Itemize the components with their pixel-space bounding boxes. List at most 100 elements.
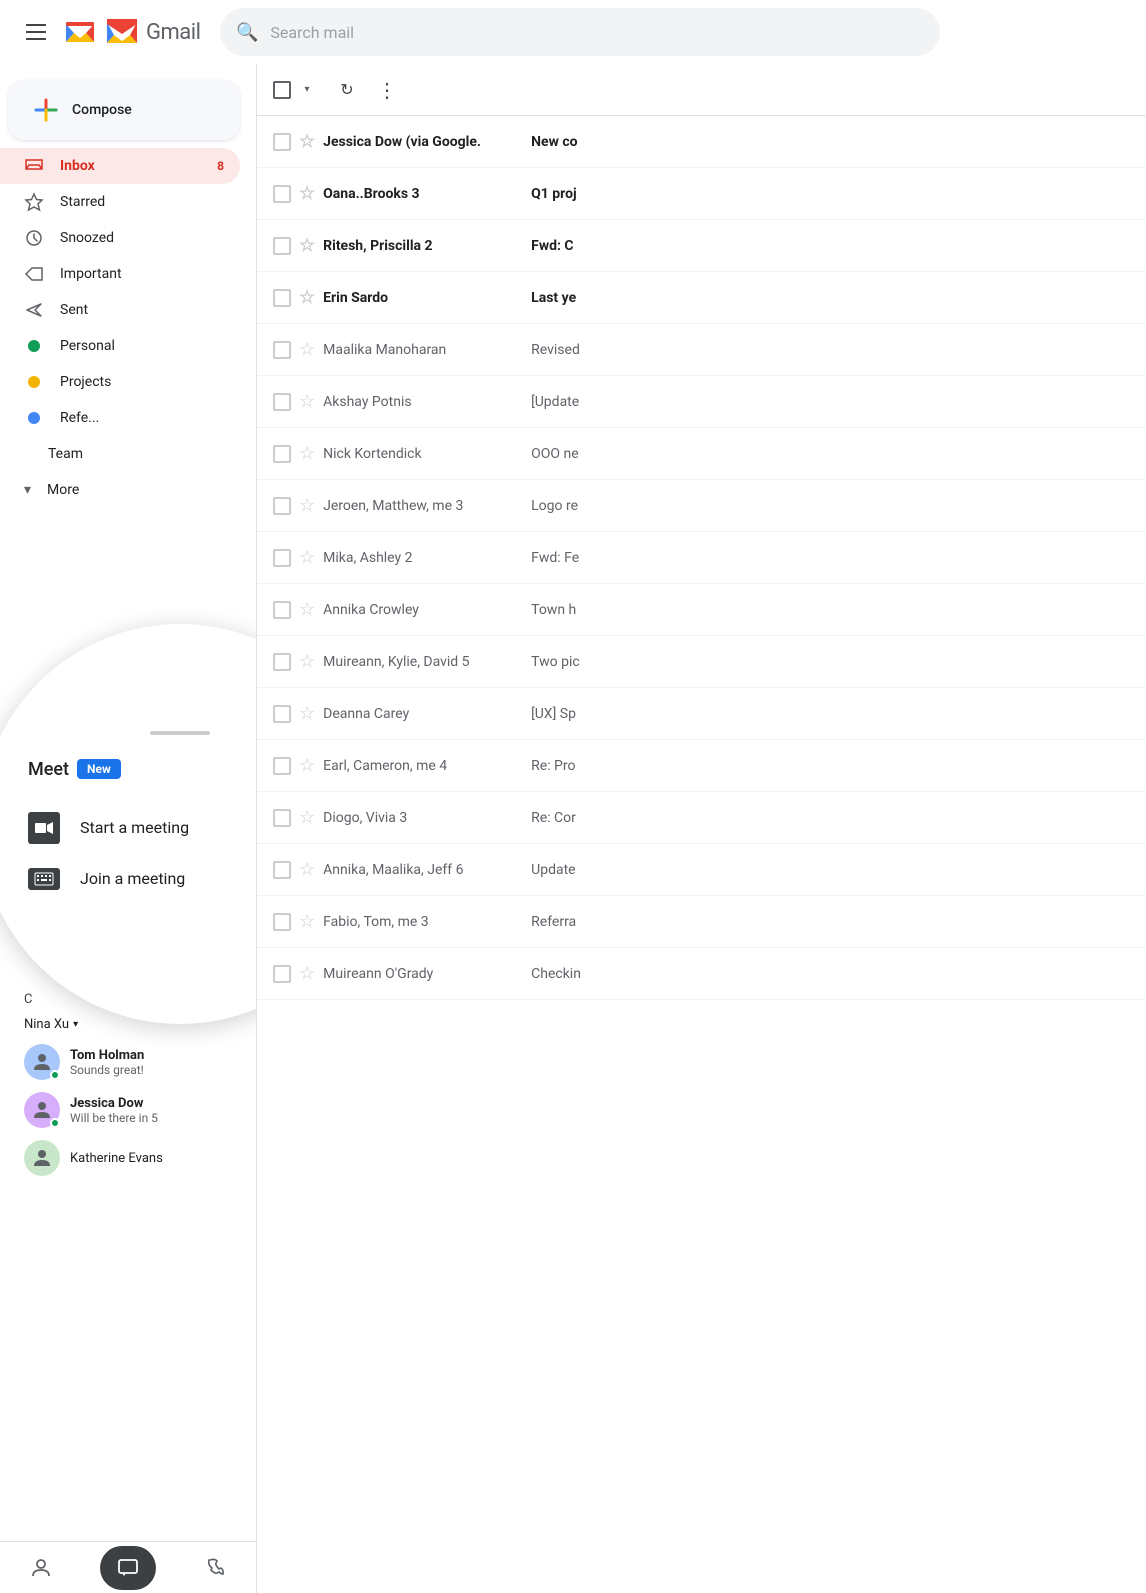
more-button[interactable]: ▾ More xyxy=(0,472,256,508)
jessica-online-status xyxy=(50,1118,60,1128)
chat-user-jessica[interactable]: Jessica Dow Will be there in 5 xyxy=(8,1086,248,1134)
compose-button[interactable]: Compose xyxy=(8,80,240,140)
star-button[interactable]: ☆ xyxy=(299,131,315,152)
email-row[interactable]: ☆ Erin Sardo Last ye xyxy=(257,272,1146,324)
email-snippet: Fwd: C xyxy=(531,238,1130,254)
meet-new-badge: New xyxy=(77,759,121,779)
sidebar-item-inbox[interactable]: Inbox 8 xyxy=(0,148,240,184)
star-button[interactable]: ☆ xyxy=(299,547,315,568)
refresh-button[interactable]: ↻ xyxy=(331,74,363,106)
email-row[interactable]: ☆ Diogo, Vivia 3 Re: Cor xyxy=(257,792,1146,844)
email-sender: Muireann, Kylie, David 5 xyxy=(323,654,523,670)
star-button[interactable]: ☆ xyxy=(299,755,315,776)
select-dropdown-button[interactable]: ▾ xyxy=(299,82,315,98)
chat-user-tom[interactable]: Tom Holman Sounds great! xyxy=(8,1038,248,1086)
email-sender: Fabio, Tom, me 3 xyxy=(323,914,523,930)
sidebar-item-sent[interactable]: Sent xyxy=(0,292,240,328)
email-checkbox[interactable] xyxy=(273,601,291,619)
email-row[interactable]: ☆ Oana..Brooks 3 Q1 proj xyxy=(257,168,1146,220)
email-checkbox[interactable] xyxy=(273,445,291,463)
email-checkbox[interactable] xyxy=(273,913,291,931)
star-button[interactable]: ☆ xyxy=(299,183,315,204)
select-all-checkbox[interactable] xyxy=(273,81,291,99)
star-button[interactable]: ☆ xyxy=(299,443,315,464)
meet-overlay-panel: Meet New Start a meeting xyxy=(0,624,256,1024)
email-list: ▾ ↻ ⋮ ☆ Jessica Dow (via Google. New co … xyxy=(256,64,1146,1593)
email-row[interactable]: ☆ Mika, Ashley 2 Fwd: Fe xyxy=(257,532,1146,584)
sidebar-item-starred[interactable]: Starred xyxy=(0,184,240,220)
email-sender: Akshay Potnis xyxy=(323,394,523,410)
join-meeting-button[interactable]: Join a meeting xyxy=(28,856,256,902)
sidebar-item-reference[interactable]: Refe... xyxy=(0,400,240,436)
email-checkbox[interactable] xyxy=(273,809,291,827)
email-checkbox[interactable] xyxy=(273,133,291,151)
star-button[interactable]: ☆ xyxy=(299,599,315,620)
email-row[interactable]: ☆ Earl, Cameron, me 4 Re: Pro xyxy=(257,740,1146,792)
email-row[interactable]: ☆ Jeroen, Matthew, me 3 Logo re xyxy=(257,480,1146,532)
sidebar-item-team[interactable]: Team xyxy=(0,436,240,472)
star-button[interactable]: ☆ xyxy=(299,287,315,308)
search-bar[interactable]: 🔍 Search mail xyxy=(220,8,940,56)
menu-button[interactable] xyxy=(16,12,56,52)
email-checkbox[interactable] xyxy=(273,393,291,411)
star-button[interactable]: ☆ xyxy=(299,235,315,256)
email-row[interactable]: ☆ Annika Crowley Town h xyxy=(257,584,1146,636)
email-checkbox[interactable] xyxy=(273,237,291,255)
star-button[interactable]: ☆ xyxy=(299,651,315,672)
email-row[interactable]: ☆ Ritesh, Priscilla 2 Fwd: C xyxy=(257,220,1146,272)
phone-nav-button[interactable] xyxy=(193,1546,237,1590)
sidebar-item-projects[interactable]: Projects xyxy=(0,364,240,400)
email-row[interactable]: ☆ Muireann, Kylie, David 5 Two pic xyxy=(257,636,1146,688)
email-checkbox[interactable] xyxy=(273,705,291,723)
sidebar-item-personal[interactable]: Personal xyxy=(0,328,240,364)
star-button[interactable]: ☆ xyxy=(299,703,315,724)
email-snippet: Last ye xyxy=(531,290,1130,306)
more-options-button[interactable]: ⋮ xyxy=(371,74,403,106)
personal-label-icon xyxy=(24,336,44,356)
email-checkbox[interactable] xyxy=(273,185,291,203)
start-meeting-button[interactable]: Start a meeting xyxy=(28,800,256,856)
email-checkbox[interactable] xyxy=(273,861,291,879)
email-checkbox[interactable] xyxy=(273,653,291,671)
email-row[interactable]: ☆ Nick Kortendick OOO ne xyxy=(257,428,1146,480)
email-checkbox[interactable] xyxy=(273,965,291,983)
clock-icon xyxy=(24,228,44,248)
star-button[interactable]: ☆ xyxy=(299,911,315,932)
email-checkbox[interactable] xyxy=(273,549,291,567)
tom-online-status xyxy=(50,1070,60,1080)
sidebar-item-snoozed[interactable]: Snoozed xyxy=(0,220,240,256)
sidebar-item-important[interactable]: Important xyxy=(0,256,240,292)
email-snippet: Fwd: Fe xyxy=(531,550,1130,566)
email-sender: Ritesh, Priscilla 2 xyxy=(323,238,523,254)
meet-overlay-content: Meet New Start a meeting xyxy=(0,735,256,926)
star-button[interactable]: ☆ xyxy=(299,963,315,984)
email-sender: Deanna Carey xyxy=(323,706,523,722)
email-row[interactable]: ☆ Akshay Potnis [Update xyxy=(257,376,1146,428)
chat-user-katherine[interactable]: Katherine Evans xyxy=(8,1134,248,1182)
star-button[interactable]: ☆ xyxy=(299,391,315,412)
chat-bubble-icon xyxy=(116,1556,140,1580)
star-button[interactable]: ☆ xyxy=(299,495,315,516)
email-row[interactable]: ☆ Annika, Maalika, Jeff 6 Update xyxy=(257,844,1146,896)
email-checkbox[interactable] xyxy=(273,289,291,307)
katherine-name: Katherine Evans xyxy=(70,1151,232,1166)
email-row[interactable]: ☆ Deanna Carey [UX] Sp xyxy=(257,688,1146,740)
search-icon: 🔍 xyxy=(236,22,258,43)
more-label: More xyxy=(47,482,79,498)
email-row[interactable]: ☆ Muireann O'Grady Checkin xyxy=(257,948,1146,1000)
email-row[interactable]: ☆ Maalika Manoharan Revised xyxy=(257,324,1146,376)
email-checkbox[interactable] xyxy=(273,497,291,515)
projects-label-icon xyxy=(24,372,44,392)
chat-nav-button[interactable] xyxy=(100,1546,156,1590)
email-row[interactable]: ☆ Fabio, Tom, me 3 Referra xyxy=(257,896,1146,948)
email-row[interactable]: ☆ Jessica Dow (via Google. New co xyxy=(257,116,1146,168)
people-nav-button[interactable] xyxy=(19,1546,63,1590)
email-checkbox[interactable] xyxy=(273,341,291,359)
email-sender: Jeroen, Matthew, me 3 xyxy=(323,498,523,514)
star-button[interactable]: ☆ xyxy=(299,339,315,360)
star-button[interactable]: ☆ xyxy=(299,807,315,828)
email-checkbox[interactable] xyxy=(273,757,291,775)
star-button[interactable]: ☆ xyxy=(299,859,315,880)
email-snippet: Two pic xyxy=(531,654,1130,670)
sent-icon xyxy=(24,300,44,320)
